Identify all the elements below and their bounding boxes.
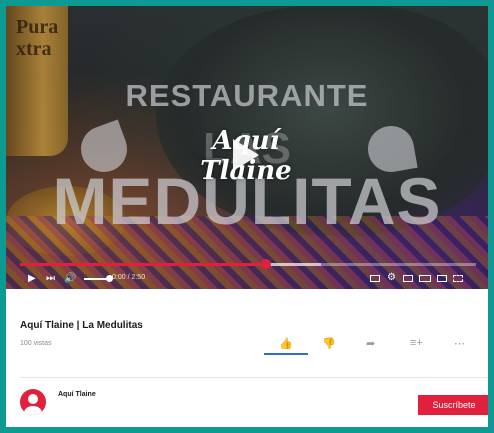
fullscreen-icon[interactable]: [453, 275, 463, 282]
progress-played: [20, 263, 267, 266]
thumbs-up-icon[interactable]: 👍: [279, 337, 293, 350]
bottle-label: Pura xtra: [16, 16, 59, 60]
player-controls: ▶ ⏭ 🔊 0:00 / 2:50 ⚙: [6, 269, 488, 289]
volume-icon[interactable]: 🔊: [64, 273, 76, 285]
play-overlay-icon[interactable]: [233, 139, 259, 171]
play-icon[interactable]: ▶: [28, 273, 36, 285]
divider: [20, 377, 488, 378]
skip-next-icon[interactable]: ⏭: [46, 273, 55, 285]
app-frame: Pura xtra RESTAURANTE LAS MEDULITAS Aquí…: [6, 6, 488, 427]
video-info-panel: Aquí Tlaine | La Medulitas 100 vistas 👍 …: [6, 289, 488, 427]
time-display: 0:00 / 2:50: [112, 274, 146, 281]
more-icon[interactable]: ⋯: [454, 337, 465, 350]
progress-bar[interactable]: [20, 259, 476, 269]
video-player[interactable]: Pura xtra RESTAURANTE LAS MEDULITAS Aquí…: [6, 6, 488, 289]
channel-name[interactable]: Aquí Tlaine: [58, 391, 96, 398]
subscribe-button[interactable]: Suscríbete: [418, 395, 488, 415]
cast-icon[interactable]: [437, 275, 447, 282]
share-icon[interactable]: ➦: [366, 337, 375, 350]
avatar-body-icon: [24, 406, 42, 415]
thumbs-down-icon[interactable]: 👎: [322, 337, 336, 350]
settings-icon[interactable]: ⚙: [387, 272, 396, 284]
view-count: 100 vistas: [20, 340, 52, 347]
overlay-title-top: RESTAURANTE: [125, 78, 369, 113]
miniplayer-icon[interactable]: [403, 275, 413, 282]
like-underline: [264, 353, 308, 355]
channel-avatar[interactable]: [20, 389, 46, 415]
theater-icon[interactable]: [419, 275, 431, 282]
avatar-head-icon: [28, 394, 38, 404]
video-title: Aquí Tlaine | La Medulitas: [20, 320, 143, 331]
subtitles-icon[interactable]: [370, 275, 380, 282]
volume-slider[interactable]: [84, 278, 108, 280]
add-to-playlist-icon[interactable]: ≡+: [410, 337, 423, 349]
